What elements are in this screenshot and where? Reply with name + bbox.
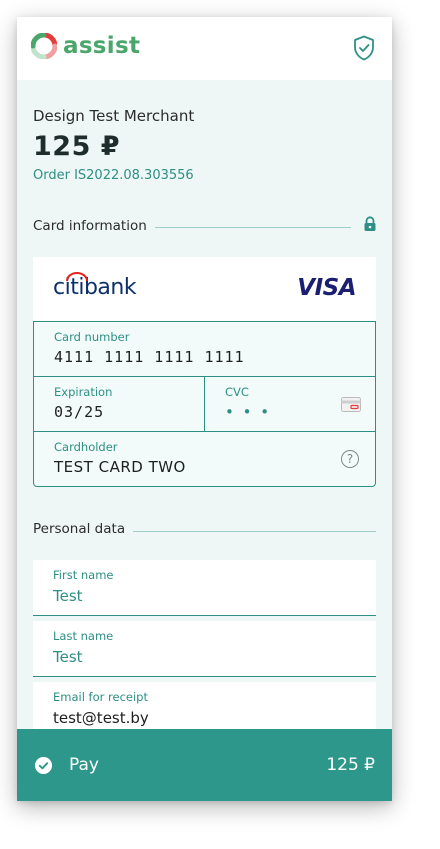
pay-label: Pay <box>69 755 99 775</box>
card-number-field[interactable]: Card number 4111 1111 1111 1111 <box>34 322 375 377</box>
last-name-input[interactable]: Test <box>53 648 83 666</box>
help-icon[interactable]: ? <box>341 450 359 468</box>
cardholder-input[interactable]: TEST CARD TWO <box>54 458 186 476</box>
email-input[interactable]: test@test.by <box>53 709 149 727</box>
brand-name: assist <box>63 33 141 59</box>
pay-amount: 125 ₽ <box>326 755 375 775</box>
lock-icon <box>364 216 376 231</box>
personal-section-title: Personal data <box>33 521 134 537</box>
cardholder-field[interactable]: Cardholder TEST CARD TWO ? <box>34 432 375 486</box>
card-number-input[interactable]: 4111 1111 1111 1111 <box>54 348 245 366</box>
visa-logo: VISA <box>297 275 356 301</box>
cvc-field[interactable]: CVC • • • <box>205 377 375 431</box>
order-amount: 125 ₽ <box>33 131 121 162</box>
last-name-field[interactable]: Last name Test <box>33 621 376 677</box>
expiration-cvc-row: Expiration 03/25 CVC • • • <box>34 377 375 432</box>
cardholder-label: Cardholder <box>54 440 118 454</box>
expiration-field[interactable]: Expiration 03/25 <box>34 377 204 431</box>
cvc-label: CVC <box>225 385 249 399</box>
header: assist <box>17 17 392 80</box>
personal-section-divider <box>130 531 376 532</box>
cvc-input[interactable]: • • • <box>225 403 271 421</box>
email-label: Email for receipt <box>53 690 148 704</box>
first-name-label: First name <box>53 568 114 582</box>
card-back-icon <box>341 397 361 412</box>
order-number: Order IS2022.08.303556 <box>33 168 194 183</box>
first-name-input[interactable]: Test <box>53 587 83 605</box>
first-name-field[interactable]: First name Test <box>33 560 376 616</box>
assist-logo: assist <box>31 31 140 61</box>
card-section-title: Card information <box>33 218 155 234</box>
card-panel: citibank VISA Card number 4111 1111 1111… <box>33 257 376 487</box>
card-fields: Card number 4111 1111 1111 1111 Expirati… <box>33 321 376 487</box>
expiration-label: Expiration <box>54 385 113 399</box>
payment-card: assist Design Test Merchant 125 ₽ Order … <box>17 17 392 801</box>
shield-check-icon <box>354 35 374 61</box>
last-name-label: Last name <box>53 629 114 643</box>
citibank-arc-icon <box>66 272 88 282</box>
merchant-name: Design Test Merchant <box>33 107 195 125</box>
card-number-label: Card number <box>54 330 130 344</box>
card-section-divider <box>151 227 351 228</box>
check-circle-icon <box>35 757 52 774</box>
pay-button[interactable]: Pay 125 ₽ <box>17 729 392 801</box>
expiration-input[interactable]: 03/25 <box>54 403 104 421</box>
assist-logo-icon <box>31 33 57 59</box>
